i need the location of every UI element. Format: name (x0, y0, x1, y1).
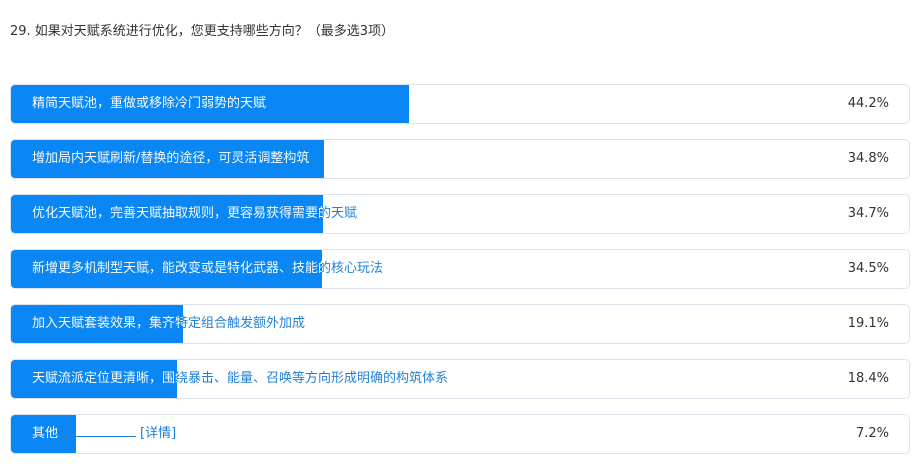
percent-label: 44.2% (847, 96, 889, 111)
question-title: 29. 如果对天赋系统进行优化，您更支持哪些方向？（最多选3项） (10, 24, 395, 39)
option-label: 加入天赋套装效果，集齐特定组合触发额外加成 (32, 305, 305, 343)
percent-label: 34.7% (847, 206, 889, 221)
option-label-other: 其他 [详情] (32, 415, 176, 453)
option-label: 新增更多机制型天赋，能改变或是特化武器、技能的核心玩法 (32, 250, 383, 288)
percent-label: 34.5% (847, 261, 889, 276)
details-link[interactable]: [详情] (140, 426, 176, 441)
other-blank-line (60, 424, 137, 437)
result-row: 精简天赋池，重做或移除冷门弱势的天赋 44.2% (10, 84, 910, 124)
other-text: 其他 (32, 426, 59, 441)
option-label: 精简天赋池，重做或移除冷门弱势的天赋 (32, 85, 266, 123)
result-row: 优化天赋池，完善天赋抽取规则，更容易获得需要的天赋 34.7% (10, 194, 910, 234)
result-row-other: 其他 [详情] 7.2% (10, 414, 910, 454)
results-chart: 精简天赋池，重做或移除冷门弱势的天赋 44.2% 增加局内天赋刷新/替换的途径，… (10, 84, 910, 469)
option-label: 增加局内天赋刷新/替换的途径，可灵活调整构筑 (32, 140, 309, 178)
result-row: 增加局内天赋刷新/替换的途径，可灵活调整构筑 34.8% (10, 139, 910, 179)
percent-label: 18.4% (847, 371, 889, 386)
result-row: 加入天赋套装效果，集齐特定组合触发额外加成 19.1% (10, 304, 910, 344)
percent-label: 34.8% (847, 151, 889, 166)
result-row: 新增更多机制型天赋，能改变或是特化武器、技能的核心玩法 34.5% (10, 249, 910, 289)
result-row: 天赋流派定位更清晰，围绕暴击、能量、召唤等方向形成明确的构筑体系 18.4% (10, 359, 910, 399)
option-label: 天赋流派定位更清晰，围绕暴击、能量、召唤等方向形成明确的构筑体系 (32, 360, 448, 398)
percent-label: 7.2% (855, 426, 889, 441)
percent-label: 19.1% (847, 316, 889, 331)
option-label: 优化天赋池，完善天赋抽取规则，更容易获得需要的天赋 (32, 195, 357, 233)
